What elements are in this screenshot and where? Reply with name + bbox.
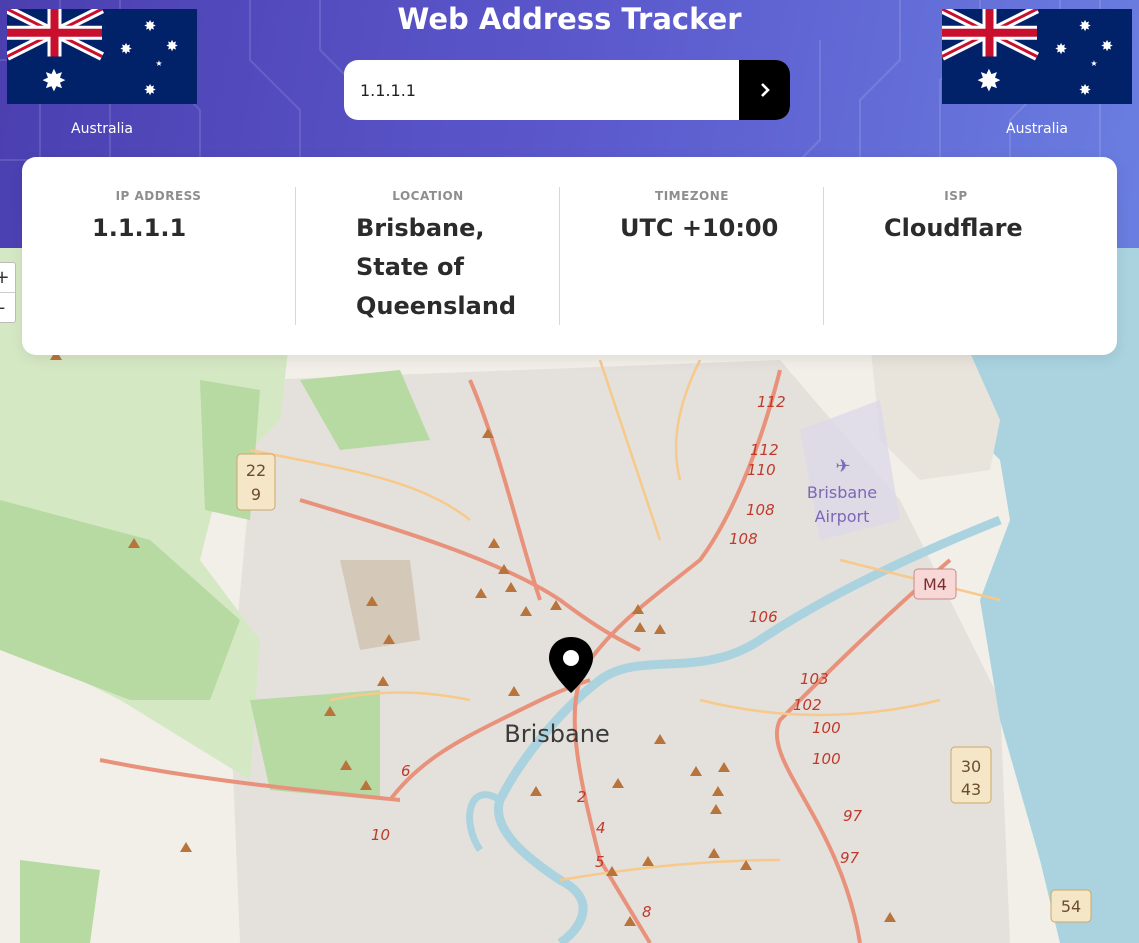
route-shield: 30 [961,757,981,776]
svg-text:✸: ✸ [144,81,157,99]
isp-label: ISP [944,189,968,203]
location-line: State of [356,253,464,281]
chevron-right-icon [760,83,770,97]
svg-text:✸: ✸ [120,40,133,58]
ip-address-value: 1.1.1.1 [92,214,187,242]
svg-text:★: ★ [1090,59,1097,68]
svg-text:✸: ✸ [976,64,1001,99]
svg-text:✸: ✸ [1079,17,1092,35]
flag-left: ✸ ✸ ✸ ✸ ✸ ★ Australia [7,9,197,137]
route-label: 2 [577,788,587,806]
map-zoom-control: + - [0,262,16,323]
ip-info-card: IP ADDRESS 1.1.1.1 LOCATION Brisbane, St… [22,157,1117,355]
route-label: 106 [749,608,778,626]
isp-section: ISP Cloudflare [823,187,1118,325]
svg-text:★: ★ [155,59,162,68]
airport-label: Brisbane [807,483,877,502]
location-value: Brisbane, State of Queensland [356,209,516,326]
svg-text:✸: ✸ [1055,40,1068,58]
route-label: 103 [800,670,829,688]
zoom-in-button[interactable]: + [0,263,15,292]
route-label: 100 [812,750,841,768]
location-section: LOCATION Brisbane, State of Queensland [295,187,560,325]
location-marker-icon[interactable] [547,635,595,695]
route-label: 108 [729,530,758,548]
svg-text:✸: ✸ [41,64,66,99]
location-line: Queensland [356,292,517,320]
route-label: 10 [371,826,390,844]
route-label: 102 [793,696,822,714]
isp-value: Cloudflare [884,214,1023,242]
route-shield: 22 [246,461,266,480]
ip-search-input[interactable] [344,60,738,120]
australia-flag-icon: ✸ ✸ ✸ ✸ ✸ ★ [942,9,1132,104]
route-label: 112 [750,441,779,459]
svg-text:✸: ✸ [1101,37,1114,55]
route-label: 97 [840,849,860,867]
svg-text:✸: ✸ [1079,81,1092,99]
airport-icon: ✈ [835,456,850,477]
location-label: LOCATION [392,189,464,203]
timezone-value: UTC +10:00 [620,214,779,242]
route-label: 97 [843,807,863,825]
search-submit-button[interactable] [739,60,790,120]
search-bar [344,60,790,120]
flag-label-right: Australia [1006,121,1068,137]
route-shield: 54 [1061,897,1081,916]
ip-address-section: IP ADDRESS 1.1.1.1 [22,187,295,325]
city-label: Brisbane [504,720,609,748]
route-label: 5 [595,853,605,871]
route-label: 4 [596,819,606,837]
zoom-out-button[interactable]: - [0,292,15,322]
timezone-section: TIMEZONE UTC +10:00 [559,187,824,325]
route-label: 6 [401,762,411,780]
route-label: 100 [812,719,841,737]
australia-flag-icon: ✸ ✸ ✸ ✸ ✸ ★ [7,9,197,104]
svg-text:✸: ✸ [166,37,179,55]
flag-right: ✸ ✸ ✸ ✸ ✸ ★ Australia [942,9,1132,137]
location-line: Brisbane, [356,214,485,242]
route-shield: 9 [251,485,261,504]
route-label: 108 [746,501,775,519]
route-shield: 43 [961,780,981,799]
route-label: 110 [747,461,776,479]
flag-label-left: Australia [71,121,133,137]
svg-text:✸: ✸ [144,17,157,35]
route-shield: M4 [923,575,947,594]
route-label: 8 [642,903,652,921]
airport-label: Airport [815,507,870,526]
ip-address-label: IP ADDRESS [115,189,202,203]
timezone-label: TIMEZONE [655,189,729,203]
route-label: 112 [757,393,786,411]
